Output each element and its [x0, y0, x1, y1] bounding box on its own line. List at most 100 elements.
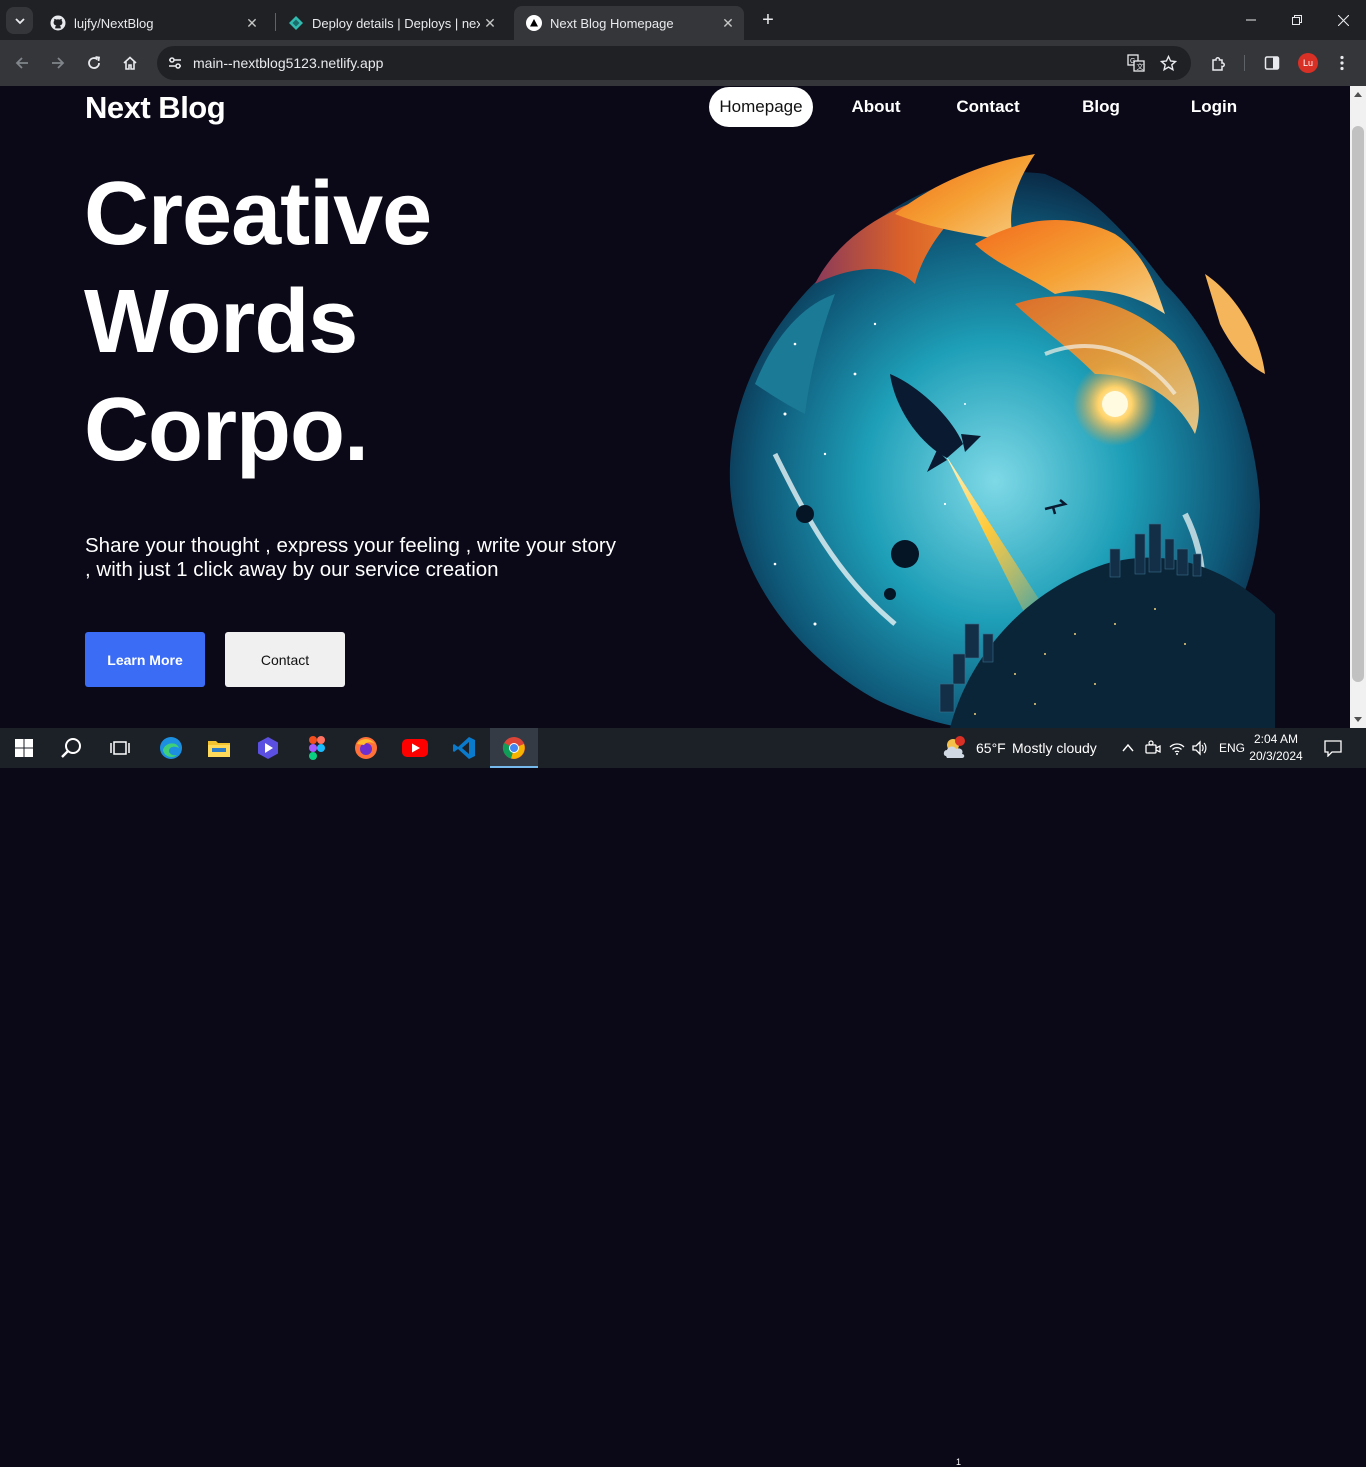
firefox-icon [355, 737, 377, 759]
restore-button[interactable] [1274, 0, 1320, 40]
task-view-button[interactable] [96, 728, 144, 768]
nav-about[interactable]: About [836, 87, 916, 127]
kebab-menu-icon [1340, 55, 1344, 71]
hero-line: Creative [84, 164, 432, 264]
site-settings-icon[interactable] [165, 53, 185, 73]
folder-icon [208, 741, 230, 757]
vscode-icon [453, 737, 475, 759]
home-button[interactable] [118, 51, 142, 75]
contact-button[interactable]: Contact [225, 632, 345, 687]
taskbar-file-explorer[interactable] [195, 728, 243, 768]
taskbar-search[interactable] [48, 728, 96, 768]
tab-title: Deploy details | Deploys | nextb [312, 15, 480, 31]
arrow-right-icon [52, 57, 65, 69]
hexagon-app-icon [258, 737, 278, 759]
forward-button[interactable] [46, 51, 70, 75]
clock-time: 2:04 AM [1253, 732, 1299, 746]
clock-date: 20/3/2024 [1249, 749, 1303, 763]
taskbar-figma[interactable] [293, 728, 341, 768]
reload-button[interactable] [82, 51, 106, 75]
tab-strip: lujfy/NextBlog ✕ Deploy details | Deploy… [0, 0, 1366, 40]
page-viewport: Next Blog Homepage About Contact Blog Lo… [0, 86, 1350, 728]
chevron-up-icon[interactable] [1122, 742, 1134, 754]
speaker-icon[interactable] [1191, 740, 1207, 756]
address-bar[interactable]: main--nextblog5123.netlify.app G文 [157, 46, 1191, 80]
taskbar-vscode[interactable] [440, 728, 488, 768]
taskbar-chrome[interactable] [490, 728, 538, 768]
site-logo[interactable]: Next Blog [85, 90, 226, 126]
system-clock[interactable]: 2:04 AM 20/3/2024 [1248, 731, 1304, 765]
weather-temperature[interactable]: 65°F [976, 740, 1006, 756]
weather-badge: 1 [956, 1457, 962, 1467]
page-scrollbar[interactable] [1350, 86, 1366, 728]
restore-icon [1292, 15, 1302, 25]
nav-blog[interactable]: Blog [1061, 87, 1141, 127]
url-text: main--nextblog5123.netlify.app [193, 55, 384, 71]
triangle-icon [526, 15, 542, 31]
start-button[interactable] [0, 728, 48, 768]
tab-next-blog[interactable]: Next Blog Homepage ✕ [514, 6, 744, 40]
side-panel-icon [1264, 56, 1280, 70]
learn-more-button[interactable]: Learn More [85, 632, 205, 687]
scroll-up-icon[interactable] [1354, 92, 1362, 97]
cloudy-weather-icon[interactable] [942, 736, 970, 760]
task-view-icon [110, 741, 130, 755]
tab-github[interactable]: lujfy/NextBlog ✕ [38, 6, 268, 40]
side-panel-button[interactable] [1260, 51, 1284, 75]
tab-netlify-deploy[interactable]: Deploy details | Deploys | nextb ✕ [276, 6, 506, 40]
toolbar-divider [1244, 55, 1245, 71]
reload-icon [88, 56, 101, 69]
tab-search-button[interactable] [6, 7, 33, 34]
wifi-icon[interactable] [1169, 740, 1185, 756]
youtube-icon [402, 739, 428, 757]
hero-tagline: Share your thought , express your feelin… [85, 534, 616, 581]
extensions-button[interactable] [1206, 51, 1230, 75]
minimize-icon [1246, 19, 1256, 21]
taskbar-app[interactable] [244, 728, 292, 768]
home-icon [123, 56, 137, 70]
taskbar-edge[interactable] [147, 728, 195, 768]
hero-line: Corpo. [84, 380, 369, 480]
translate-icon[interactable]: G文 [1126, 53, 1146, 73]
close-icon[interactable]: ✕ [480, 13, 500, 33]
profile-avatar[interactable]: Lu [1298, 53, 1318, 73]
chrome-icon [502, 737, 525, 759]
scroll-down-icon[interactable] [1354, 717, 1362, 722]
bookmark-star-icon[interactable] [1158, 53, 1178, 73]
svg-text:文: 文 [1137, 62, 1144, 71]
tab-title: Next Blog Homepage [550, 15, 674, 31]
back-button[interactable] [10, 51, 34, 75]
puzzle-icon [1211, 56, 1225, 71]
notifications-icon[interactable] [1324, 739, 1342, 757]
figma-icon [309, 736, 325, 760]
chevron-down-icon [14, 17, 25, 24]
taskbar-firefox[interactable] [342, 728, 390, 768]
close-icon[interactable]: ✕ [242, 13, 262, 33]
new-tab-button[interactable]: + [757, 9, 779, 31]
minimize-button[interactable] [1228, 0, 1274, 40]
hero-illustration [729, 154, 1275, 728]
svg-text:G: G [1130, 58, 1135, 65]
windows-icon [15, 739, 33, 757]
edge-icon [160, 737, 182, 759]
tab-title: lujfy/NextBlog [74, 15, 154, 31]
weather-description[interactable]: Mostly cloudy [1012, 740, 1097, 756]
github-icon [50, 15, 66, 31]
taskbar-youtube[interactable] [391, 728, 439, 768]
meet-now-icon[interactable] [1145, 740, 1161, 756]
close-icon [1337, 14, 1349, 26]
nav-login[interactable]: Login [1174, 87, 1254, 127]
browser-menu-button[interactable] [1330, 51, 1354, 75]
close-window-button[interactable] [1320, 0, 1366, 40]
search-icon [61, 738, 81, 758]
hero-heading: Creative Words Corpo. [84, 160, 432, 484]
close-icon[interactable]: ✕ [718, 13, 738, 33]
language-indicator[interactable]: ENG [1219, 741, 1245, 755]
windows-taskbar: 1 65°F Mostly cloudy ENG 2:04 AM 20/3/20… [0, 728, 1366, 1467]
hero-line: Words [84, 272, 358, 372]
nav-contact[interactable]: Contact [948, 87, 1028, 127]
netlify-icon [288, 15, 304, 31]
arrow-left-icon [15, 57, 28, 69]
scroll-thumb[interactable] [1352, 126, 1364, 682]
nav-homepage[interactable]: Homepage [709, 87, 813, 127]
